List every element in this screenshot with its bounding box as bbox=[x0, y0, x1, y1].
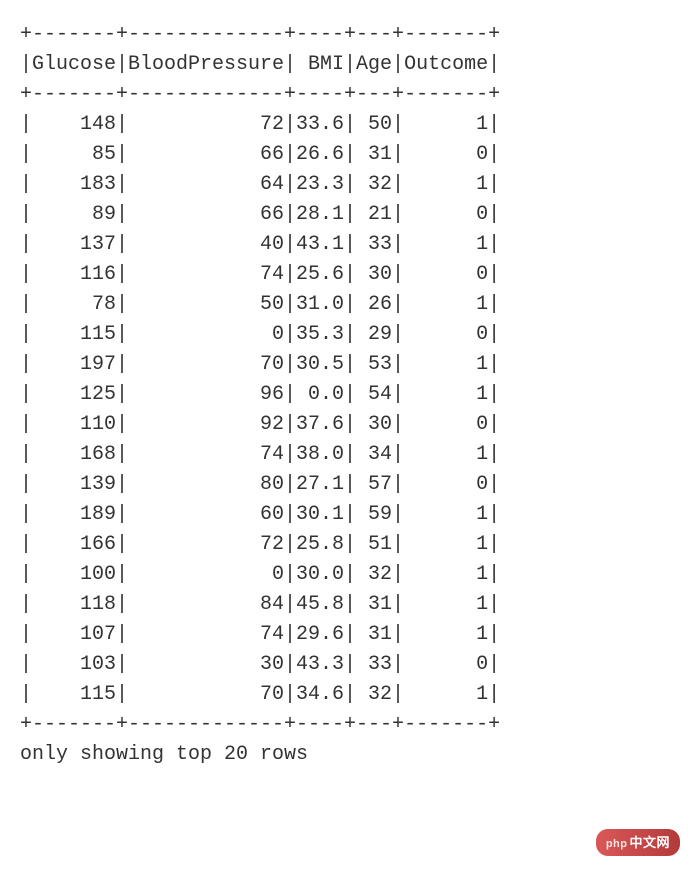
data-table: +-------+-------------+----+---+-------+… bbox=[20, 20, 680, 740]
watermark-prefix: php bbox=[606, 838, 628, 850]
watermark-text: 中文网 bbox=[629, 835, 670, 850]
footer-note: only showing top 20 rows bbox=[20, 740, 680, 770]
watermark-badge: php中文网 bbox=[596, 829, 680, 857]
